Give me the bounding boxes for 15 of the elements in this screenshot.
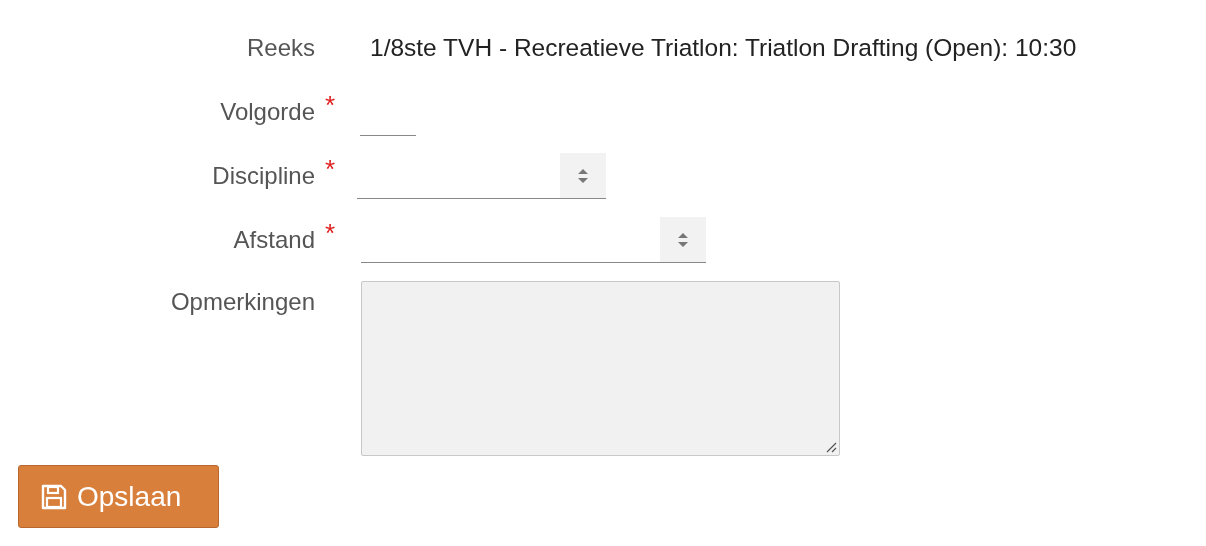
field-label: Discipline [212, 162, 315, 190]
sort-arrows-icon [678, 232, 688, 247]
required-mark: * [323, 218, 337, 249]
required-mark: * [323, 154, 337, 185]
sort-arrows-icon [578, 168, 588, 183]
field-value: 1/8ste TVH - Recreatieve Triatlon: Triatlon Drafting (Open): 10:30 [370, 34, 1077, 62]
select-field[interactable] [357, 153, 606, 199]
field-label: Opmerkingen [170, 288, 315, 316]
resize-grip-icon [825, 441, 837, 453]
save-button[interactable]: Opslaan [18, 465, 219, 528]
select-field[interactable] [361, 217, 706, 263]
field-label: Reeks [246, 34, 315, 62]
required-mark: * [323, 90, 337, 121]
field-label: Afstand [233, 226, 315, 254]
field-label: Volgorde [220, 98, 315, 126]
